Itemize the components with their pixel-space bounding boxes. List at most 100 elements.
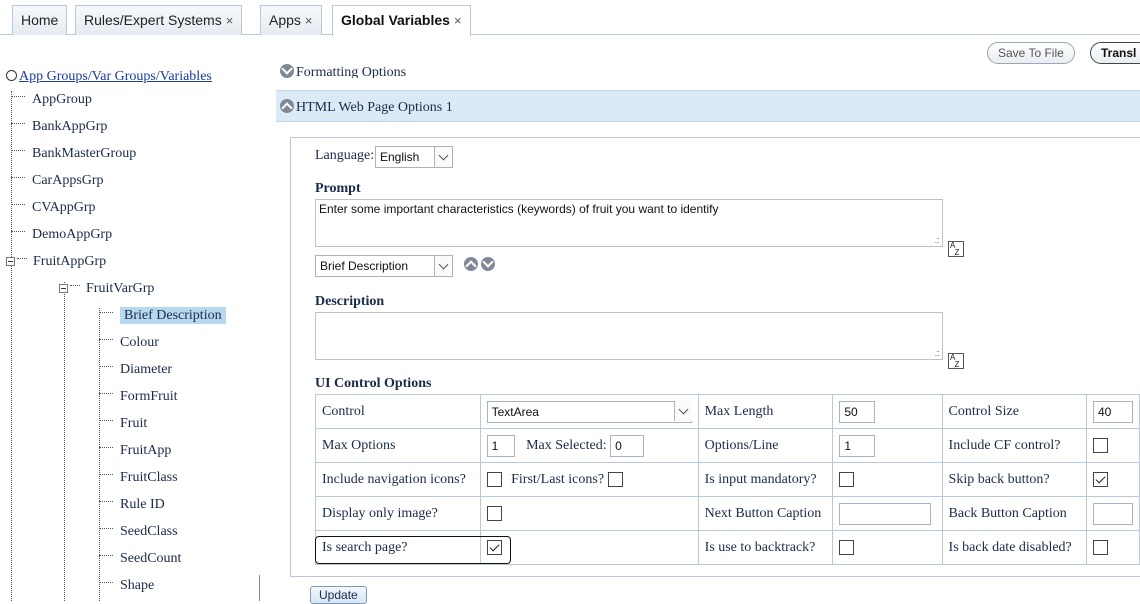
max-length-label: Max Length: [697, 394, 834, 429]
tree-var-diameter[interactable]: Diameter: [99, 358, 172, 382]
close-icon[interactable]: ×: [305, 13, 313, 28]
html-web-page-options-header[interactable]: HTML Web Page Options 1: [280, 97, 453, 117]
next-caption-label: Next Button Caption: [697, 496, 834, 531]
section-title: HTML Web Page Options 1: [296, 100, 453, 115]
max-length-cell: 50: [832, 394, 943, 429]
include-nav-label: Include navigation icons?: [315, 462, 481, 497]
prompt-textarea[interactable]: Enter some important characteristics (ke…: [315, 199, 943, 247]
max-length-input[interactable]: 50: [839, 400, 876, 423]
search-page-checkbox[interactable]: [486, 539, 502, 555]
tree-var-colour[interactable]: Colour: [99, 331, 159, 355]
max-options-label: Max Options: [315, 428, 481, 463]
language-value: English: [380, 150, 420, 164]
next-caption-cell: [832, 496, 943, 531]
max-selected-label: Max Selected:: [526, 437, 607, 453]
tree-var-brief-description[interactable]: Brief Description: [99, 304, 226, 328]
translate-icon[interactable]: A Z: [948, 353, 964, 369]
options-line-label: Options/Line: [697, 428, 834, 463]
chevron-down-icon: [434, 147, 452, 167]
tree-node-cvappgrp[interactable]: CVAppGrp: [11, 196, 96, 220]
collapse-icon[interactable]: [280, 99, 294, 113]
tab-label: Global Variables: [341, 12, 450, 28]
skip-back-checkbox[interactable]: [1092, 471, 1108, 487]
prompt-text: Enter some important characteristics (ke…: [319, 202, 719, 216]
translate-icon[interactable]: A Z: [948, 241, 964, 257]
tree-node-fruitappgrp[interactable]: FruitAppGrp: [6, 250, 106, 274]
tree-var-seedclass[interactable]: SeedClass: [99, 520, 178, 544]
collapse-icon[interactable]: [59, 284, 68, 294]
move-down-icon[interactable]: [481, 257, 495, 271]
backtrack-checkbox[interactable]: [839, 539, 855, 555]
variable-select[interactable]: Brief Description: [315, 255, 453, 277]
display-image-cell: [479, 496, 699, 531]
back-date-checkbox[interactable]: [1092, 539, 1108, 555]
skip-back-label: Skip back button?: [941, 462, 1087, 497]
collapse-icon[interactable]: [6, 257, 15, 267]
tree-node-bankmastergroup[interactable]: BankMasterGroup: [11, 142, 136, 166]
tab-home[interactable]: Home: [12, 5, 68, 35]
max-options-input[interactable]: 1: [486, 434, 515, 457]
tree-node-carappsgrp[interactable]: CarAppsGrp: [11, 169, 104, 193]
prompt-label: Prompt: [315, 181, 361, 196]
tree-node-demoappgrp[interactable]: DemoAppGrp: [11, 223, 112, 247]
input-mandatory-cell: [832, 462, 943, 497]
description-textarea[interactable]: .::: [315, 312, 943, 360]
next-caption-input[interactable]: [839, 502, 932, 525]
tree-node-appgroup[interactable]: AppGroup: [11, 88, 92, 112]
include-cf-label: Include CF control?: [941, 428, 1087, 463]
close-icon[interactable]: ×: [226, 13, 234, 28]
search-page-cell: [479, 530, 699, 565]
ui-control-options-label: UI Control Options: [315, 376, 432, 391]
move-up-icon[interactable]: [464, 257, 478, 271]
control-value: TextArea: [491, 404, 539, 419]
save-to-file-button[interactable]: Save To File: [987, 42, 1075, 64]
table-row: Control TextArea Max Length 50 Control S…: [315, 394, 1140, 429]
resize-grip-icon[interactable]: .::: [934, 235, 939, 245]
tree-node-fruitvargrp[interactable]: FruitVarGrp: [59, 277, 154, 301]
tab-global-variables[interactable]: Global Variables ×: [332, 5, 471, 36]
translate-button[interactable]: Transl: [1090, 42, 1140, 64]
control-select[interactable]: TextArea: [486, 400, 692, 423]
chevron-down-icon: [434, 256, 452, 276]
tree-var-fruit[interactable]: Fruit: [99, 412, 147, 436]
tree-var-fruitapp[interactable]: FruitApp: [99, 439, 171, 463]
formatting-options-header[interactable]: Formatting Options: [280, 62, 406, 78]
options-line-cell: 1: [832, 428, 943, 463]
max-selected-input[interactable]: 0: [610, 434, 645, 457]
table-row: Display only image? Next Button Caption …: [315, 496, 1140, 531]
input-mandatory-checkbox[interactable]: [839, 471, 855, 487]
resize-grip-icon[interactable]: .::: [934, 348, 939, 358]
tree-var-rule-id[interactable]: Rule ID: [99, 493, 165, 517]
language-select[interactable]: English: [375, 146, 453, 168]
tree-var-formfruit[interactable]: FormFruit: [99, 385, 178, 409]
display-image-checkbox[interactable]: [486, 505, 502, 521]
options-line-input[interactable]: 1: [839, 434, 876, 457]
tree-var-shape[interactable]: Shape: [99, 574, 154, 598]
expand-icon[interactable]: [280, 64, 294, 78]
first-last-checkbox[interactable]: [607, 471, 623, 487]
clock-icon: [6, 70, 17, 81]
panel-splitter[interactable]: [259, 575, 260, 601]
tree-connector: [64, 282, 65, 601]
tab-rules-expert-systems[interactable]: Rules/Expert Systems ×: [75, 5, 243, 35]
tree-var-fruitclass[interactable]: FruitClass: [99, 466, 178, 490]
tree-root[interactable]: App Groups/Var Groups/Variables: [6, 69, 212, 85]
tree-node-bankappgrp[interactable]: BankAppGrp: [11, 115, 107, 139]
include-cf-checkbox[interactable]: [1092, 437, 1108, 453]
table-row: Max Options 1 Max Selected: 0 Options/Li…: [315, 428, 1140, 463]
skip-back-cell: [1085, 462, 1140, 497]
control-size-input[interactable]: 40: [1092, 400, 1133, 423]
control-cell: TextArea: [479, 394, 699, 429]
include-cf-cell: [1085, 428, 1140, 463]
tab-apps[interactable]: Apps ×: [260, 5, 322, 35]
tree-var-seedcount[interactable]: SeedCount: [99, 547, 181, 571]
back-caption-input[interactable]: [1092, 502, 1133, 525]
include-nav-checkbox[interactable]: [486, 471, 502, 487]
variable-select-value: Brief Description: [320, 259, 409, 273]
update-button[interactable]: Update: [310, 586, 367, 604]
table-row: Is search page? Is use to backtrack? Is …: [315, 530, 1140, 565]
back-date-cell: [1085, 530, 1140, 565]
display-image-label: Display only image?: [315, 496, 481, 531]
close-icon[interactable]: ×: [454, 13, 462, 28]
first-last-label: First/Last icons?: [511, 471, 605, 487]
